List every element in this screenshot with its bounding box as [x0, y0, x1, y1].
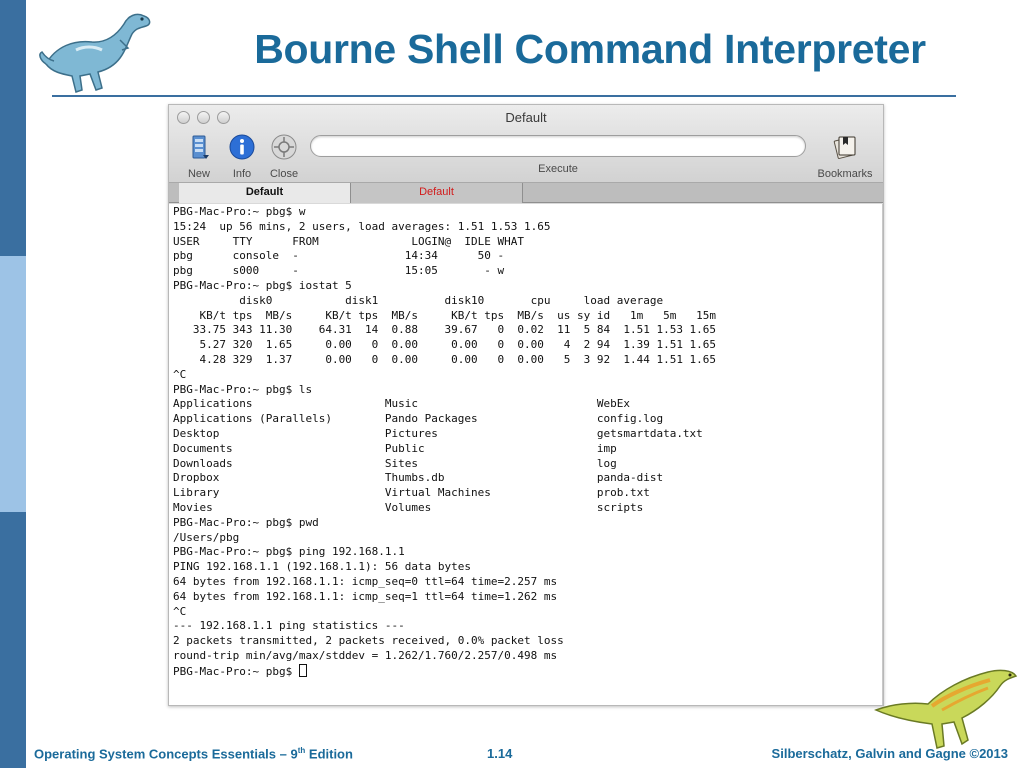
info-button-label: Info	[232, 168, 252, 180]
new-terminal-icon	[192, 135, 209, 159]
terminal-line: Desktop Pictures getsmartdata.txt	[173, 426, 703, 440]
terminal-line: round-trip min/avg/max/stddev = 1.262/1.…	[173, 648, 558, 662]
footer-book-title-text: Operating System Concepts Essentials – 9	[34, 746, 298, 762]
terminal-line: disk0 disk1 disk10 cpu load average	[173, 293, 664, 307]
slide-side-bar	[0, 0, 26, 768]
terminal-line: pbg console - 14:34 50 -	[173, 249, 505, 263]
terminal-line: KB/t tps MB/s KB/t tps MB/s KB/t tps MB/…	[173, 308, 717, 322]
terminal-line: PBG-Mac-Pro:~ pbg$ pwd	[173, 515, 319, 529]
terminal-line: 5.27 320 1.65 0.00 0 0.00 0.00 0 0.00 4 …	[173, 338, 717, 352]
terminal-line: 64 bytes from 192.168.1.1: icmp_seq=1 tt…	[173, 589, 558, 603]
terminal-line: /Users/pbg	[173, 530, 240, 544]
terminal-line: 2 packets transmitted, 2 packets receive…	[173, 634, 564, 648]
terminal-line: ^C	[173, 367, 187, 381]
slide-title: Bourne Shell Command Interpreter	[254, 26, 926, 72]
bookmarks-button-label: Bookmarks	[817, 168, 873, 180]
terminal-line: Dropbox Thumbs.db panda-dist	[173, 471, 664, 485]
terminal-output[interactable]: PBG-Mac-Pro:~ pbg$ w 15:24 up 56 mins, 2 …	[169, 204, 883, 705]
terminal-scrollbar[interactable]	[882, 204, 883, 705]
terminal-line: PBG-Mac-Pro:~ pbg$ ls	[173, 382, 313, 396]
terminal-line: Documents Public imp	[173, 441, 617, 455]
dinosaur-bottom-icon	[874, 669, 1018, 749]
terminal-line: USER TTY FROM LOGIN@ IDLE WHAT	[173, 234, 524, 248]
terminal-line: 4.28 329 1.37 0.00 0 0.00 0.00 0 0.00 5 …	[173, 352, 717, 366]
window-titlebar[interactable]: Default New Info Close Execute Bookmarks	[169, 105, 883, 183]
terminal-window: Default New Info Close Execute Bookmarks…	[168, 104, 884, 706]
terminal-prompt-line: PBG-Mac-Pro:~ pbg$	[173, 663, 879, 679]
dinosaur-logo-icon	[39, 13, 151, 93]
execute-label: Execute	[538, 163, 578, 175]
new-button[interactable]: New	[177, 133, 221, 180]
terminal-line: --- 192.168.1.1 ping statistics ---	[173, 619, 405, 633]
side-bar-light-segment	[0, 256, 26, 512]
footer-book-title: Operating System Concepts Essentials – 9…	[34, 746, 353, 761]
terminal-line: Movies Volumes scripts	[173, 500, 644, 514]
footer-copyright: Silberschatz, Galvin and Gagne ©2013	[771, 746, 1008, 761]
terminal-prompt: PBG-Mac-Pro:~ pbg$	[173, 664, 299, 678]
footer-edition-word: Edition	[305, 746, 353, 762]
tab-default-active[interactable]: Default	[179, 183, 351, 203]
terminal-line: Downloads Sites log	[173, 456, 617, 470]
new-button-label: New	[187, 168, 210, 180]
info-icon	[229, 134, 255, 160]
terminal-line: PING 192.168.1.1 (192.168.1.1): 56 data …	[173, 560, 472, 574]
terminal-line: PBG-Mac-Pro:~ pbg$ iostat 5	[173, 278, 352, 292]
terminal-cursor[interactable]	[298, 663, 307, 677]
terminal-line: Applications Music WebEx	[173, 397, 630, 411]
tab-default-second[interactable]: Default	[351, 183, 523, 203]
footer-page-number: 1.14	[487, 746, 513, 761]
info-button[interactable]: Info	[220, 133, 264, 180]
terminal-line: 64 bytes from 192.168.1.1: icmp_seq=0 tt…	[173, 574, 558, 588]
command-input[interactable]	[310, 135, 806, 157]
title-divider	[52, 95, 956, 97]
terminal-line: PBG-Mac-Pro:~ pbg$ ping 192.168.1.1	[173, 545, 405, 559]
terminal-line: ^C	[173, 604, 187, 618]
terminal-line: pbg s000 - 15:05 - w	[173, 264, 505, 278]
terminal-line: 33.75 343 11.30 64.31 14 0.88 39.67 0 0.…	[173, 323, 717, 337]
terminal-line: PBG-Mac-Pro:~ pbg$ w	[173, 205, 306, 218]
bookmarks-icon	[833, 136, 856, 159]
close-icon	[271, 134, 297, 160]
close-button-label: Close	[269, 168, 299, 180]
terminal-line: Applications (Parallels) Pando Packages …	[173, 412, 664, 426]
bookmarks-button[interactable]: Bookmarks	[809, 133, 881, 180]
terminal-line: 15:24 up 56 mins, 2 users, load averages…	[173, 219, 551, 233]
tab-bar: Default Default	[169, 183, 883, 203]
window-title: Default	[505, 110, 547, 125]
close-button[interactable]: Close	[262, 133, 306, 180]
terminal-line: Library Virtual Machines prob.txt	[173, 486, 650, 500]
